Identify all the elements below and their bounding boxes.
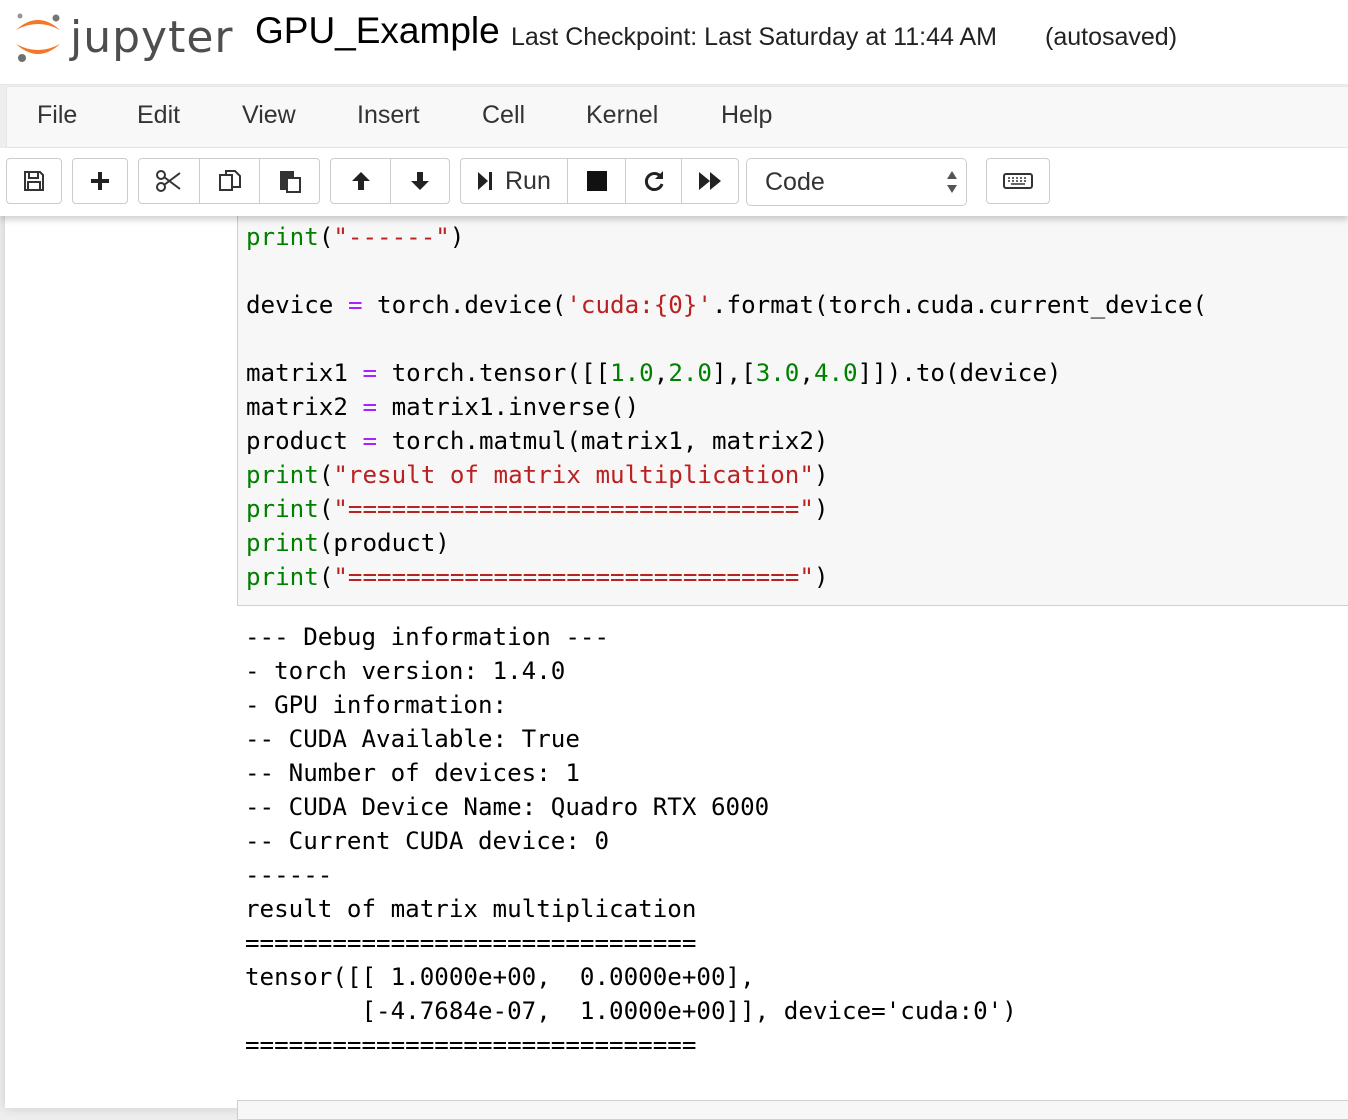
output-line-8: ------ — [245, 861, 333, 889]
output-line-10: =============================== — [245, 929, 697, 957]
code-line-9: print("===============================") — [246, 495, 829, 523]
keyboard-icon — [1003, 173, 1033, 189]
menu-cell[interactable]: Cell — [482, 101, 525, 130]
arrow-down-icon — [411, 172, 429, 190]
output-line-2: - torch version: 1.4.0 — [245, 657, 566, 685]
toolbar: Run — [0, 148, 1348, 216]
checkpoint-status: Last Checkpoint: Last Saturday at 11:44 … — [511, 23, 997, 51]
notebook-container: print("------") device = torch.device('c… — [0, 216, 1348, 1120]
insert-cell-button[interactable] — [72, 158, 128, 204]
logo-text: jupyter — [70, 12, 234, 63]
code-line-8: print("result of matrix multiplication") — [246, 461, 829, 489]
cut-icon — [156, 170, 181, 192]
code-line-10: print(product) — [246, 529, 450, 557]
notebook-name[interactable]: GPU_Example — [255, 10, 500, 52]
code-line-5: matrix1 = torch.tensor([[1.0,2.0],[3.0,4… — [246, 359, 1062, 387]
restart-run-all-button[interactable] — [681, 158, 739, 204]
output-line-11: tensor([[ 1.0000e+00, 0.0000e+00], — [245, 963, 755, 991]
menu-edit[interactable]: Edit — [137, 101, 180, 130]
paste-button[interactable] — [259, 158, 320, 204]
jupyter-logo-icon — [16, 13, 60, 62]
menu-kernel[interactable]: Kernel — [586, 101, 658, 130]
restart-icon — [644, 171, 663, 191]
cut-button[interactable] — [138, 158, 200, 204]
copy-button[interactable] — [199, 158, 260, 204]
select-arrows-icon — [947, 171, 957, 193]
menu-view[interactable]: View — [242, 101, 296, 130]
output-line-13: =============================== — [245, 1031, 697, 1059]
output-line-4: -- CUDA Available: True — [245, 725, 580, 753]
output-line-6: -- CUDA Device Name: Quadro RTX 6000 — [245, 793, 770, 821]
header: jupyter GPU_Example Last Checkpoint: Las… — [0, 0, 1348, 85]
output-line-1: --- Debug information --- — [245, 623, 610, 651]
move-up-button[interactable] — [330, 158, 391, 204]
run-button[interactable]: Run — [460, 158, 568, 204]
next-cell-input[interactable] — [237, 1100, 1348, 1120]
output-line-12: [-4.7684e-07, 1.0000e+00]], device='cuda… — [245, 997, 1017, 1025]
output-line-9: result of matrix multiplication — [245, 895, 697, 923]
step-forward-icon — [478, 172, 492, 190]
output-line-3: - GPU information: — [245, 691, 508, 719]
arrow-up-icon — [351, 172, 370, 190]
menubar: File Edit View Insert Cell Kernel Help — [6, 86, 1348, 148]
move-down-button[interactable] — [390, 158, 450, 204]
code-line-7: product = torch.matmul(matrix1, matrix2) — [246, 427, 829, 455]
restart-kernel-button[interactable] — [625, 158, 682, 204]
autosave-status: (autosaved) — [1045, 23, 1178, 51]
interrupt-kernel-button[interactable] — [567, 158, 626, 204]
jupyter-logo[interactable]: jupyter — [12, 8, 234, 64]
menu-insert[interactable]: Insert — [357, 101, 420, 130]
cell-type-select[interactable]: Code — [746, 158, 967, 206]
run-button-label: Run — [505, 166, 551, 195]
menu-file[interactable]: File — [37, 101, 77, 130]
code-line-11: print("===============================") — [246, 563, 829, 591]
menu-help[interactable]: Help — [721, 101, 772, 130]
output-line-5: -- Number of devices: 1 — [245, 759, 580, 787]
copy-icon — [218, 170, 241, 191]
code-line-3: device = torch.device('cuda:{0}'.format(… — [246, 291, 1208, 319]
output-line-7: -- Current CUDA device: 0 — [245, 827, 610, 855]
paste-icon — [279, 171, 301, 193]
fast-forward-icon — [699, 172, 721, 190]
stop-icon — [586, 171, 607, 191]
save-button[interactable] — [6, 158, 62, 204]
code-input-area[interactable]: print("------") device = torch.device('c… — [237, 216, 1348, 606]
command-palette-button[interactable] — [986, 158, 1050, 204]
cell-type-value: Code — [765, 168, 825, 196]
plus-icon — [91, 172, 109, 190]
save-icon — [24, 171, 44, 191]
code-line-6: matrix2 = matrix1.inverse() — [246, 393, 640, 421]
code-line-1: print("------") — [246, 223, 465, 251]
